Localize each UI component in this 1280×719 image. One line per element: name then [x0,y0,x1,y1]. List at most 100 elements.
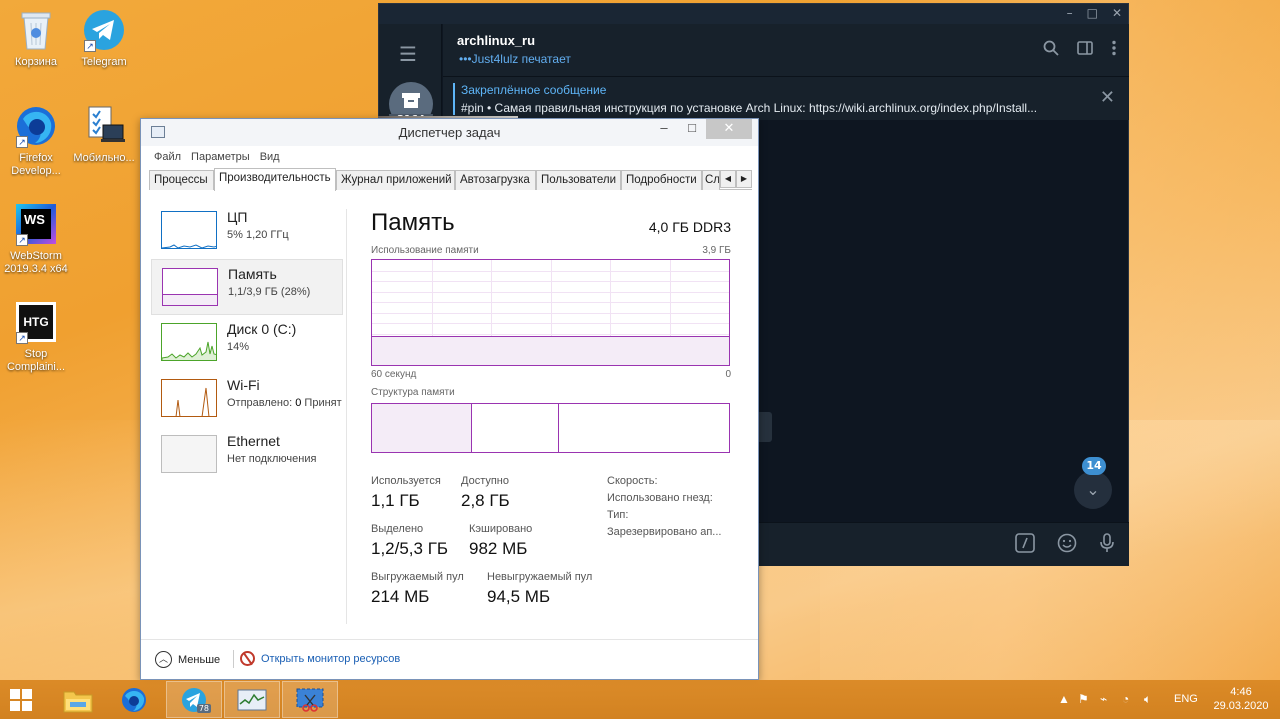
tab-details[interactable]: Подробности [621,170,702,190]
desktop-icon-webstorm[interactable]: WS ↗ WebStorm 2019.3.4 x64 [0,202,72,276]
sidebar-toggle-icon[interactable] [1077,40,1093,56]
tab-users[interactable]: Пользователи [536,170,621,190]
stat-non-paged-pool: Невыгружаемый пул 94,5 МБ [487,571,593,606]
clock[interactable]: 4:46 29.03.2020 [1208,685,1274,713]
menu-file[interactable]: Файл [154,147,181,167]
close-pinned-icon[interactable]: ✕ [1100,87,1115,108]
taskbar-snipping-tool[interactable] [282,681,338,718]
archive-icon [402,93,420,108]
chevron-down-icon: ⌄ [1086,480,1100,499]
clock-date: 29.03.2020 [1213,700,1269,712]
search-icon[interactable] [1043,40,1059,56]
graph-gridline [372,281,729,282]
maximize-button[interactable]: □ [678,119,706,139]
menu-options[interactable]: Параметры [191,147,250,167]
desktop-icon-stop-complaining[interactable]: HTG ↗ Stop Complaini... [0,300,72,374]
tab-processes[interactable]: Процессы [149,170,214,190]
microphone-icon[interactable] [1099,533,1115,553]
hamburger-menu-icon[interactable]: ☰ [399,42,417,66]
stat-paged-pool: Выгружаемый пул 214 МБ [371,571,464,606]
structure-segment-free [559,404,729,452]
stat-in-use: Используется 1,1 ГБ [371,475,441,510]
tab-startup[interactable]: Автозагрузка [455,170,536,190]
taskbar-telegram[interactable]: 78 [166,681,222,718]
chevron-up-icon: ︿ [155,651,172,668]
open-resource-monitor-link[interactable]: Открыть монитор ресурсов [240,651,400,666]
scroll-down-button[interactable]: ⌄ [1074,471,1112,509]
memory-thumbnail-graph [162,268,218,306]
graph-time-right: 0 [725,369,731,380]
telegram-titlebar: – □ ✕ [379,4,1128,24]
memory-usage-graph [371,259,730,366]
resource-item-ethernet[interactable]: Ethernet Нет подключения [151,427,343,483]
graph-gridline [372,270,729,272]
telegram-chat-header: archlinux_ru •••Just4lulz печатает [443,24,1129,76]
task-manager-titlebar[interactable]: Диспетчер задач – □ ✕ [141,119,758,146]
taskbar: 78 ▲ ⚑ ⌁ ◔ 🔈︎ ENG 4:46 29.03.2020 [0,680,1280,719]
task-manager-footer: ︿ Меньше Открыть монитор ресурсов [141,639,758,679]
desktop-icon-recycle-bin[interactable]: Корзина [0,8,72,69]
desktop-icon-mobile-computer[interactable]: Мобильно... [68,104,140,165]
graph-time-left: 60 секунд [371,369,417,380]
telegram-minimize-button[interactable]: – [1067,6,1073,20]
structure-segment-in-use [372,404,472,452]
detail-form-factor: Тип: [607,509,629,521]
shortcut-arrow-icon: ↗ [16,136,28,148]
taskbar-task-manager[interactable] [224,681,280,718]
fewer-details-button[interactable]: ︿ Меньше [155,651,220,668]
desktop-icon-firefox-developer[interactable]: ↗ Firefox Develop... [0,104,72,178]
detail-speed: Скорость: [607,475,658,487]
wifi-icon[interactable]: ◔ [1122,692,1129,706]
resource-item-memory[interactable]: Память 1,1/3,9 ГБ (28%) [151,259,343,315]
power-plug-icon[interactable]: ⌁ [1100,692,1107,706]
pinned-message-bar[interactable]: Закреплённое сообщение #pin • Самая прав… [443,76,1129,120]
tab-performance[interactable]: Производительность [214,168,336,191]
graph-gridline [372,312,729,314]
graph-gridline [372,291,729,293]
menu-view[interactable]: Вид [260,147,280,167]
snipping-tool-icon [296,688,324,712]
tab-scroll-right-icon[interactable]: ▶ [736,170,752,188]
emoji-icon[interactable] [1057,533,1077,553]
desktop-icon-label: Telegram [81,56,127,68]
tab-scroll-left-icon[interactable]: ◀ [720,170,736,188]
memory-heading: Память [371,209,455,236]
task-manager-icon [237,689,267,710]
resource-item-wifi[interactable]: Wi-Fi Отправлено: 0 Принят [151,371,343,427]
input-language[interactable]: ENG [1174,693,1198,705]
bot-commands-icon[interactable] [1015,533,1035,553]
close-button[interactable]: ✕ [706,119,752,139]
telegram-maximize-button[interactable]: □ [1087,6,1098,20]
memory-spec: 4,0 ГБ DDR3 [648,219,731,235]
tab-services[interactable]: Сл [702,170,720,190]
desktop-icon-telegram[interactable]: ↗ Telegram [68,8,140,69]
show-hidden-icons-chevron-icon[interactable]: ▲ [1058,692,1070,706]
resource-name: Память [228,266,277,282]
cpu-thumbnail-graph [161,211,217,249]
start-button[interactable] [10,689,32,711]
taskbar-firefox[interactable] [106,681,162,718]
telegram-close-button[interactable]: ✕ [1112,6,1122,20]
disk-thumbnail-graph [161,323,217,361]
shortcut-arrow-icon: ↗ [84,40,96,52]
minimize-button[interactable]: – [650,119,678,139]
resource-item-disk[interactable]: Диск 0 (C:) 14% [151,315,343,371]
pinned-text: #pin • Самая правильная инструкция по ус… [461,101,1038,115]
resource-name: Wi-Fi [227,377,260,393]
pinned-title: Закреплённое сообщение [461,83,607,97]
webstorm-icon: WS ↗ [14,202,58,246]
resource-item-cpu[interactable]: ЦП 5% 1,20 ГГц [151,203,343,259]
volume-icon[interactable]: 🔈︎ [1144,692,1151,707]
chat-title[interactable]: archlinux_ru [457,33,535,48]
tab-app-history[interactable]: Журнал приложений [336,170,455,190]
taskbar-file-explorer[interactable] [50,681,106,718]
tab-strip: Процессы Производительность Журнал прило… [149,168,752,191]
resource-name: ЦП [227,209,248,225]
pinned-accent-bar [453,83,455,115]
resource-monitor-label: Открыть монитор ресурсов [261,652,401,665]
stat-committed: Выделено 1,2/5,3 ГБ [371,523,449,558]
fewer-details-label: Меньше [178,653,221,666]
firefox-icon [122,687,146,712]
action-center-flag-icon[interactable]: ⚑ [1078,692,1089,706]
more-vertical-icon[interactable] [1111,40,1117,56]
